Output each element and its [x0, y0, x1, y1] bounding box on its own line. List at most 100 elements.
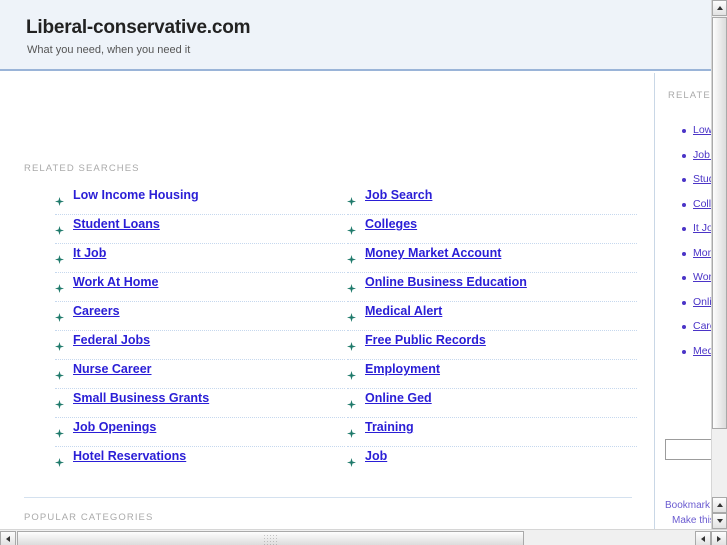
related-search-link[interactable]: Online Business Education: [365, 275, 527, 289]
related-search-row: Job Openings: [55, 418, 345, 447]
related-search-row: Job: [347, 447, 637, 476]
star-bullet-icon: [55, 396, 64, 409]
bullet-dot-icon: [682, 349, 686, 354]
site-tagline: What you need, when you need it: [27, 44, 191, 56]
related-search-link[interactable]: Student Loans: [73, 217, 160, 231]
star-bullet-icon: [347, 454, 356, 467]
related-search-row: Online Ged: [347, 389, 637, 418]
site-header: Liberal-conservative.com What you need, …: [0, 0, 711, 71]
related-search-link[interactable]: Money Market Account: [365, 246, 501, 260]
browser-viewport: Liberal-conservative.com What you need, …: [0, 0, 727, 545]
chevron-up-icon: [716, 6, 723, 10]
sidebar-related-link[interactable]: Careers: [693, 320, 711, 332]
sidebar-related-row: Colleges: [682, 198, 711, 223]
related-search-link[interactable]: Free Public Records: [365, 333, 486, 347]
sidebar-related-row: Job Search: [682, 149, 711, 174]
page-content: Liberal-conservative.com What you need, …: [0, 0, 711, 529]
related-search-row: Nurse Career: [55, 360, 345, 389]
related-searches-column-left: Low Income Housing Student Loans It Job Wor…: [55, 186, 345, 476]
related-search-row: Medical Alert: [347, 302, 637, 331]
bullet-dot-icon: [682, 227, 686, 231]
bookmark-link[interactable]: Bookmark: [665, 500, 710, 511]
star-bullet-icon: [347, 367, 356, 380]
related-search-row: Free Public Records: [347, 331, 637, 360]
related-search-row: Hotel Reservations: [55, 447, 345, 476]
section-divider: [24, 497, 632, 498]
star-bullet-icon: [347, 338, 356, 351]
related-search-row: Student Loans: [55, 215, 345, 244]
related-search-link[interactable]: It Job: [73, 246, 106, 260]
sidebar-related-link[interactable]: Low Income Housing: [693, 124, 711, 136]
vertical-scrollbar-thumb[interactable]: [712, 17, 727, 429]
related-search-row: Training: [347, 418, 637, 447]
chevron-up-icon: [716, 503, 723, 507]
star-bullet-icon: [55, 338, 64, 351]
sidebar-related-link[interactable]: Online Business Education: [693, 296, 711, 308]
star-bullet-icon: [347, 280, 356, 293]
related-search-link[interactable]: Low Income Housing: [73, 188, 199, 202]
related-search-row: Employment: [347, 360, 637, 389]
star-bullet-icon: [347, 193, 356, 206]
related-search-row: Job Search: [347, 186, 637, 215]
sidebar-related-row: Money Market Account: [682, 247, 711, 272]
star-bullet-icon: [55, 309, 64, 322]
sidebar-related-link[interactable]: Medical Alert: [693, 345, 711, 357]
site-title: Liberal-conservative.com: [26, 17, 251, 38]
related-search-row: Money Market Account: [347, 244, 637, 273]
scroll-right-button[interactable]: [711, 531, 727, 545]
related-search-link[interactable]: Training: [365, 420, 414, 434]
sidebar-related-heading: RELATED: [668, 90, 711, 101]
related-search-row: Careers: [55, 302, 345, 331]
related-search-link[interactable]: Nurse Career: [73, 362, 152, 376]
make-homepage-link[interactable]: Make this: [672, 515, 711, 526]
related-search-link[interactable]: Job: [365, 449, 387, 463]
sidebar-related-link[interactable]: It Job: [693, 222, 711, 234]
related-search-link[interactable]: Colleges: [365, 217, 417, 231]
related-search-link[interactable]: Careers: [73, 304, 120, 318]
sidebar-related-link[interactable]: Money Market Account: [693, 247, 711, 259]
star-bullet-icon: [347, 309, 356, 322]
sidebar-related-link[interactable]: Student Loans: [693, 173, 711, 185]
related-search-link[interactable]: Federal Jobs: [73, 333, 150, 347]
horizontal-scrollbar-thumb[interactable]: [17, 531, 524, 545]
related-search-row: Work At Home: [55, 273, 345, 302]
related-search-link[interactable]: Medical Alert: [365, 304, 442, 318]
sidebar-related-row: Online Business Education: [682, 296, 711, 321]
related-search-link[interactable]: Job Search: [365, 188, 432, 202]
sidebar-related-row: Medical Alert: [682, 345, 711, 370]
related-search-row: Small Business Grants: [55, 389, 345, 418]
bullet-dot-icon: [682, 202, 686, 207]
star-bullet-icon: [347, 222, 356, 235]
bullet-dot-icon: [682, 251, 686, 256]
related-search-link[interactable]: Hotel Reservations: [73, 449, 186, 463]
related-search-link[interactable]: Work At Home: [73, 275, 158, 289]
bullet-dot-icon: [682, 129, 686, 133]
scroll-up-button-secondary[interactable]: [712, 497, 727, 513]
scroll-down-button[interactable]: [712, 513, 727, 529]
star-bullet-icon: [55, 367, 64, 380]
scroll-up-button[interactable]: [712, 0, 727, 16]
star-bullet-icon: [55, 454, 64, 467]
star-bullet-icon: [55, 222, 64, 235]
vertical-scrollbar[interactable]: [711, 0, 727, 529]
related-sidebar: RELATED Low Income Housing Job Search Stud…: [656, 73, 711, 529]
related-search-row: Federal Jobs: [55, 331, 345, 360]
sidebar-related-row: Work At Home: [682, 271, 711, 296]
related-search-link[interactable]: Online Ged: [365, 391, 432, 405]
sidebar-related-link[interactable]: Work At Home: [693, 271, 711, 283]
scroll-left-button[interactable]: [0, 531, 16, 545]
related-search-row: Low Income Housing: [55, 186, 345, 215]
sidebar-related-row: It Job: [682, 222, 711, 247]
bullet-dot-icon: [682, 178, 686, 182]
related-search-row: Online Business Education: [347, 273, 637, 302]
scroll-left-button-secondary[interactable]: [695, 531, 711, 545]
related-search-link[interactable]: Small Business Grants: [73, 391, 209, 405]
sidebar-related-link[interactable]: Colleges: [693, 198, 711, 210]
popular-categories-heading: POPULAR CATEGORIES: [24, 512, 154, 523]
related-search-link[interactable]: Job Openings: [73, 420, 156, 434]
related-search-link[interactable]: Employment: [365, 362, 440, 376]
search-input[interactable]: [665, 439, 711, 460]
chevron-left-icon: [701, 535, 705, 542]
sidebar-related-link[interactable]: Job Search: [693, 149, 711, 161]
horizontal-scrollbar[interactable]: [0, 529, 727, 545]
